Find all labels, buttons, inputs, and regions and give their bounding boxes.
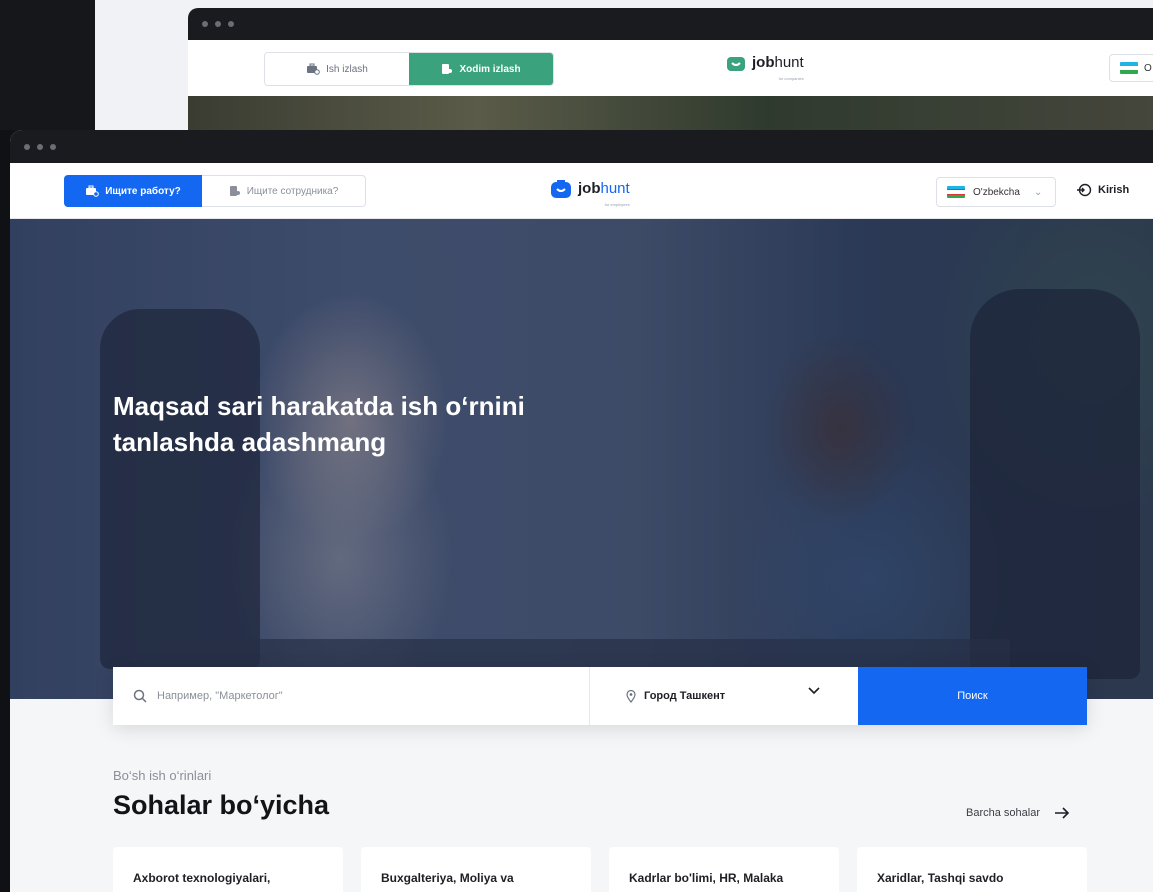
category-card-title: Buxgalteriya, Moliya va xyxy=(381,871,514,885)
site-logo[interactable]: jobhunt for employees xyxy=(550,179,630,207)
location-pin-icon xyxy=(626,689,636,703)
tab-find-employee[interactable]: Ищите сотрудника? xyxy=(202,175,366,207)
login-label: Kirish xyxy=(1098,184,1130,196)
category-card-title: Xaridlar, Tashqi savdo xyxy=(877,871,1004,885)
tab-employee-search-label: Xodim izlash xyxy=(459,63,521,75)
chevron-down-icon xyxy=(808,687,820,695)
uzbekistan-flag-icon xyxy=(947,186,965,198)
search-input[interactable] xyxy=(157,690,557,702)
hero-title: Maqsad sari harakatda ish o‘rnini tanlas… xyxy=(113,391,525,457)
all-categories-link[interactable]: Barcha sohalar xyxy=(966,807,1070,819)
city-label: Город Ташкент xyxy=(644,690,726,702)
window-dot xyxy=(228,21,234,27)
tab-employee-search[interactable]: Xodim izlash xyxy=(409,53,553,85)
search-button[interactable]: Поиск xyxy=(858,667,1087,725)
category-cards: Axborot texnologiyalari, Buxgalteriya, M… xyxy=(113,847,1087,892)
category-card[interactable]: Axborot texnologiyalari, xyxy=(113,847,343,892)
tab-job-search-label: Ish izlash xyxy=(326,63,368,75)
tab-find-employee-label: Ищите сотрудника? xyxy=(246,185,339,197)
uzbekistan-flag-icon xyxy=(1120,62,1138,74)
arrow-right-icon xyxy=(1055,807,1070,819)
category-card[interactable]: Xaridlar, Tashqi savdo xyxy=(857,847,1087,892)
document-person-icon xyxy=(442,64,453,74)
search-icon xyxy=(133,689,147,703)
category-card[interactable]: Kadrlar bo'limi, HR, Malaka xyxy=(609,847,839,892)
category-card-title: Kadrlar bo'limi, HR, Malaka xyxy=(629,871,784,885)
window-dot xyxy=(215,21,221,27)
search-bar: Город Ташкент Поиск xyxy=(113,667,1087,725)
language-select[interactable]: O'zbekcha ⌄ xyxy=(936,177,1056,207)
logo-wordmark: jobhunt for employees xyxy=(578,181,630,207)
bag-logo-icon xyxy=(551,180,571,198)
window-dot xyxy=(37,143,43,150)
bag-logo-icon xyxy=(727,57,745,71)
tab-find-job[interactable]: Ищите работу? xyxy=(64,175,202,207)
tab-find-job-label: Ищите работу? xyxy=(105,185,181,197)
back-navbar: Ish izlash Xodim izlash jobhunt for comp… xyxy=(188,40,1153,96)
back-mode-tabs: Ish izlash Xodim izlash xyxy=(264,52,554,86)
chevron-down-icon: ⌄ xyxy=(1033,186,1043,198)
back-browser-window: Ish izlash Xodim izlash jobhunt for comp… xyxy=(188,8,1153,148)
city-select[interactable]: Город Ташкент xyxy=(590,667,858,725)
language-label: O'zbekcha xyxy=(973,186,1020,198)
background-strip xyxy=(0,0,95,130)
back-logo-tagline: for companies xyxy=(778,76,804,81)
window-dot xyxy=(202,21,208,27)
document-person-icon xyxy=(229,186,240,196)
section-overline: Bo‘sh ish o‘rinlari xyxy=(113,768,212,783)
section-title: Sohalar bo‘yicha xyxy=(113,790,330,820)
hero-banner: Maqsad sari harakatda ish o‘rnini tanlas… xyxy=(10,219,1153,699)
back-logo[interactable]: jobhunt for companies xyxy=(726,54,804,81)
window-dot xyxy=(50,143,56,150)
back-logo-wordmark: jobhunt for companies xyxy=(752,55,804,81)
front-browser-window: Ищите работу? Ищите сотрудника? jobhunt … xyxy=(10,130,1153,892)
category-card[interactable]: Buxgalteriya, Moliya va xyxy=(361,847,591,892)
login-button[interactable]: Kirish xyxy=(1076,183,1129,197)
login-key-icon xyxy=(1077,183,1092,197)
window-dot xyxy=(24,143,30,150)
briefcase-search-icon xyxy=(307,63,320,75)
all-categories-label: Barcha sohalar xyxy=(966,807,1040,819)
front-window-titlebar xyxy=(10,130,1153,163)
search-field[interactable] xyxy=(113,667,590,725)
back-language-select[interactable]: O xyxy=(1109,54,1153,82)
briefcase-search-icon xyxy=(86,185,100,197)
back-window-titlebar xyxy=(188,8,1153,40)
navbar: Ищите работу? Ищите сотрудника? jobhunt … xyxy=(10,163,1153,219)
tab-job-search[interactable]: Ish izlash xyxy=(265,53,409,85)
logo-tagline: for employees xyxy=(604,202,630,207)
back-language-label: O xyxy=(1144,62,1152,74)
category-card-title: Axborot texnologiyalari, xyxy=(133,871,271,885)
